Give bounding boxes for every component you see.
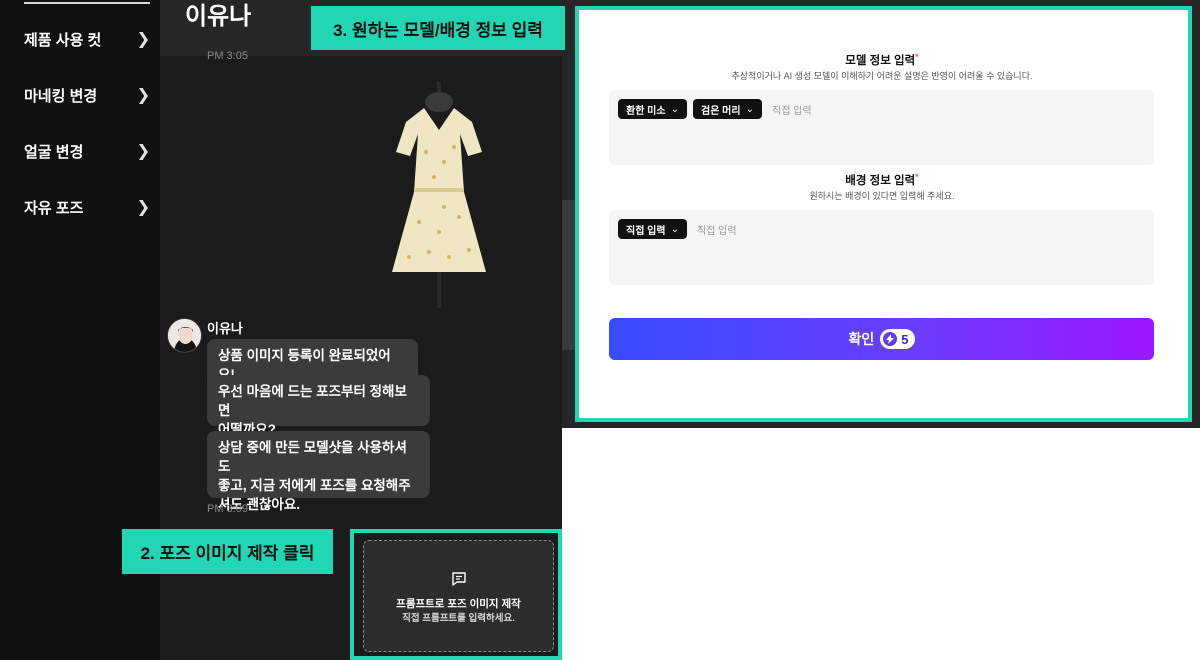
sidebar-item-label: 제품 사용 컷 — [24, 31, 102, 49]
background-section-description: 원하시는 배경이 있다면 입력해 주세요. — [809, 191, 955, 201]
model-chip-smile[interactable]: 환한 미소 ⌄ — [618, 99, 687, 119]
chat-bubble: 상담 중에 만든 모델샷을 사용하셔도 좋고, 지금 저에게 포즈를 요청해주 … — [207, 431, 430, 512]
credit-badge: 5 — [880, 329, 915, 349]
card-title: 프롬프트로 포즈 이미지 제작 — [396, 598, 521, 610]
chevron-right-icon: ❯ — [136, 87, 150, 104]
lightning-icon — [883, 332, 898, 346]
background-section-title: 배경 정보 입력* — [845, 172, 919, 187]
background-input-placeholder[interactable]: 직접 입력 — [697, 222, 737, 237]
sender-name: 이유나 — [207, 321, 243, 336]
sidebar-item-label: 마네킹 변경 — [24, 87, 98, 105]
card-subtitle: 직접 프롬프트를 입력하세요. — [402, 613, 515, 624]
model-section-description: 추상적이거나 AI 생성 모델이 이해하기 어려운 설명은 반영이 어려울 수 … — [731, 71, 1033, 81]
sidebar-item-free-pose[interactable]: 자유 포즈 ❯ — [24, 193, 150, 221]
model-chip-hair[interactable]: 검은 머리 ⌄ — [693, 99, 762, 119]
product-dress-image[interactable] — [384, 82, 494, 312]
required-mark: * — [915, 172, 919, 182]
sidebar-item-label: 얼굴 변경 — [24, 143, 84, 161]
required-mark: * — [915, 52, 919, 62]
chat-bubble: 우선 마음에 드는 포즈부터 정해보면 어떨까요? — [207, 375, 430, 437]
chevron-down-icon: ⌄ — [670, 223, 679, 235]
info-input-modal: 모델 정보 입력* 추상적이거나 AI 생성 모델이 이해하기 어려운 설명은 … — [581, 12, 1183, 412]
chevron-down-icon: ⌄ — [670, 103, 679, 115]
model-input-area[interactable]: 환한 미소 ⌄ 검은 머리 ⌄ 직접 입력 — [609, 90, 1154, 165]
message-timestamp: PM 3:05 — [207, 50, 248, 62]
model-input-placeholder[interactable]: 직접 입력 — [772, 102, 812, 117]
step3-callout: 3. 원하는 모델/배경 정보 입력 — [311, 6, 565, 50]
background-input-area[interactable]: 직접 입력 ⌄ 직접 입력 — [609, 210, 1154, 285]
confirm-label: 확인 — [848, 331, 875, 347]
chevron-right-icon: ❯ — [136, 31, 150, 48]
background-chip-direct[interactable]: 직접 입력 ⌄ — [618, 219, 687, 239]
chat-bubble-text: 우선 마음에 드는 포즈부터 정해보면 — [218, 384, 407, 418]
step2-callout: 2. 포즈 이미지 제작 클릭 — [122, 529, 333, 574]
message-square-icon — [452, 572, 466, 586]
sidebar-item-label: 자유 포즈 — [24, 199, 84, 217]
avatar — [167, 318, 202, 353]
chat-bubble-text: 좋고, 지금 저에게 포즈를 요청해주 — [218, 478, 411, 493]
model-section-title: 모델 정보 입력* — [845, 52, 919, 67]
chat-bubble-text: 상담 중에 만든 모델샷을 사용하셔도 — [218, 440, 407, 474]
chevron-right-icon: ❯ — [136, 143, 150, 160]
chevron-right-icon: ❯ — [136, 199, 150, 216]
sidebar-item-product-shot[interactable]: 제품 사용 컷 ❯ — [24, 25, 150, 53]
message-timestamp: PM 3:09 — [207, 503, 248, 515]
chat-bubble-text: 셔도 괜찮아요. — [218, 497, 301, 512]
prompt-pose-card[interactable]: 프롬프트로 포즈 이미지 제작 직접 프롬프트를 입력하세요. — [363, 540, 554, 652]
sidebar-divider — [24, 2, 150, 4]
chevron-down-icon: ⌄ — [745, 103, 754, 115]
sidebar-item-face[interactable]: 얼굴 변경 ❯ — [24, 137, 150, 165]
sidebar-item-mannequin[interactable]: 마네킹 변경 ❯ — [24, 81, 150, 109]
chat-title: 이유나 — [185, 3, 252, 30]
confirm-button[interactable]: 확인 5 — [609, 318, 1154, 360]
credit-count: 5 — [901, 331, 909, 347]
